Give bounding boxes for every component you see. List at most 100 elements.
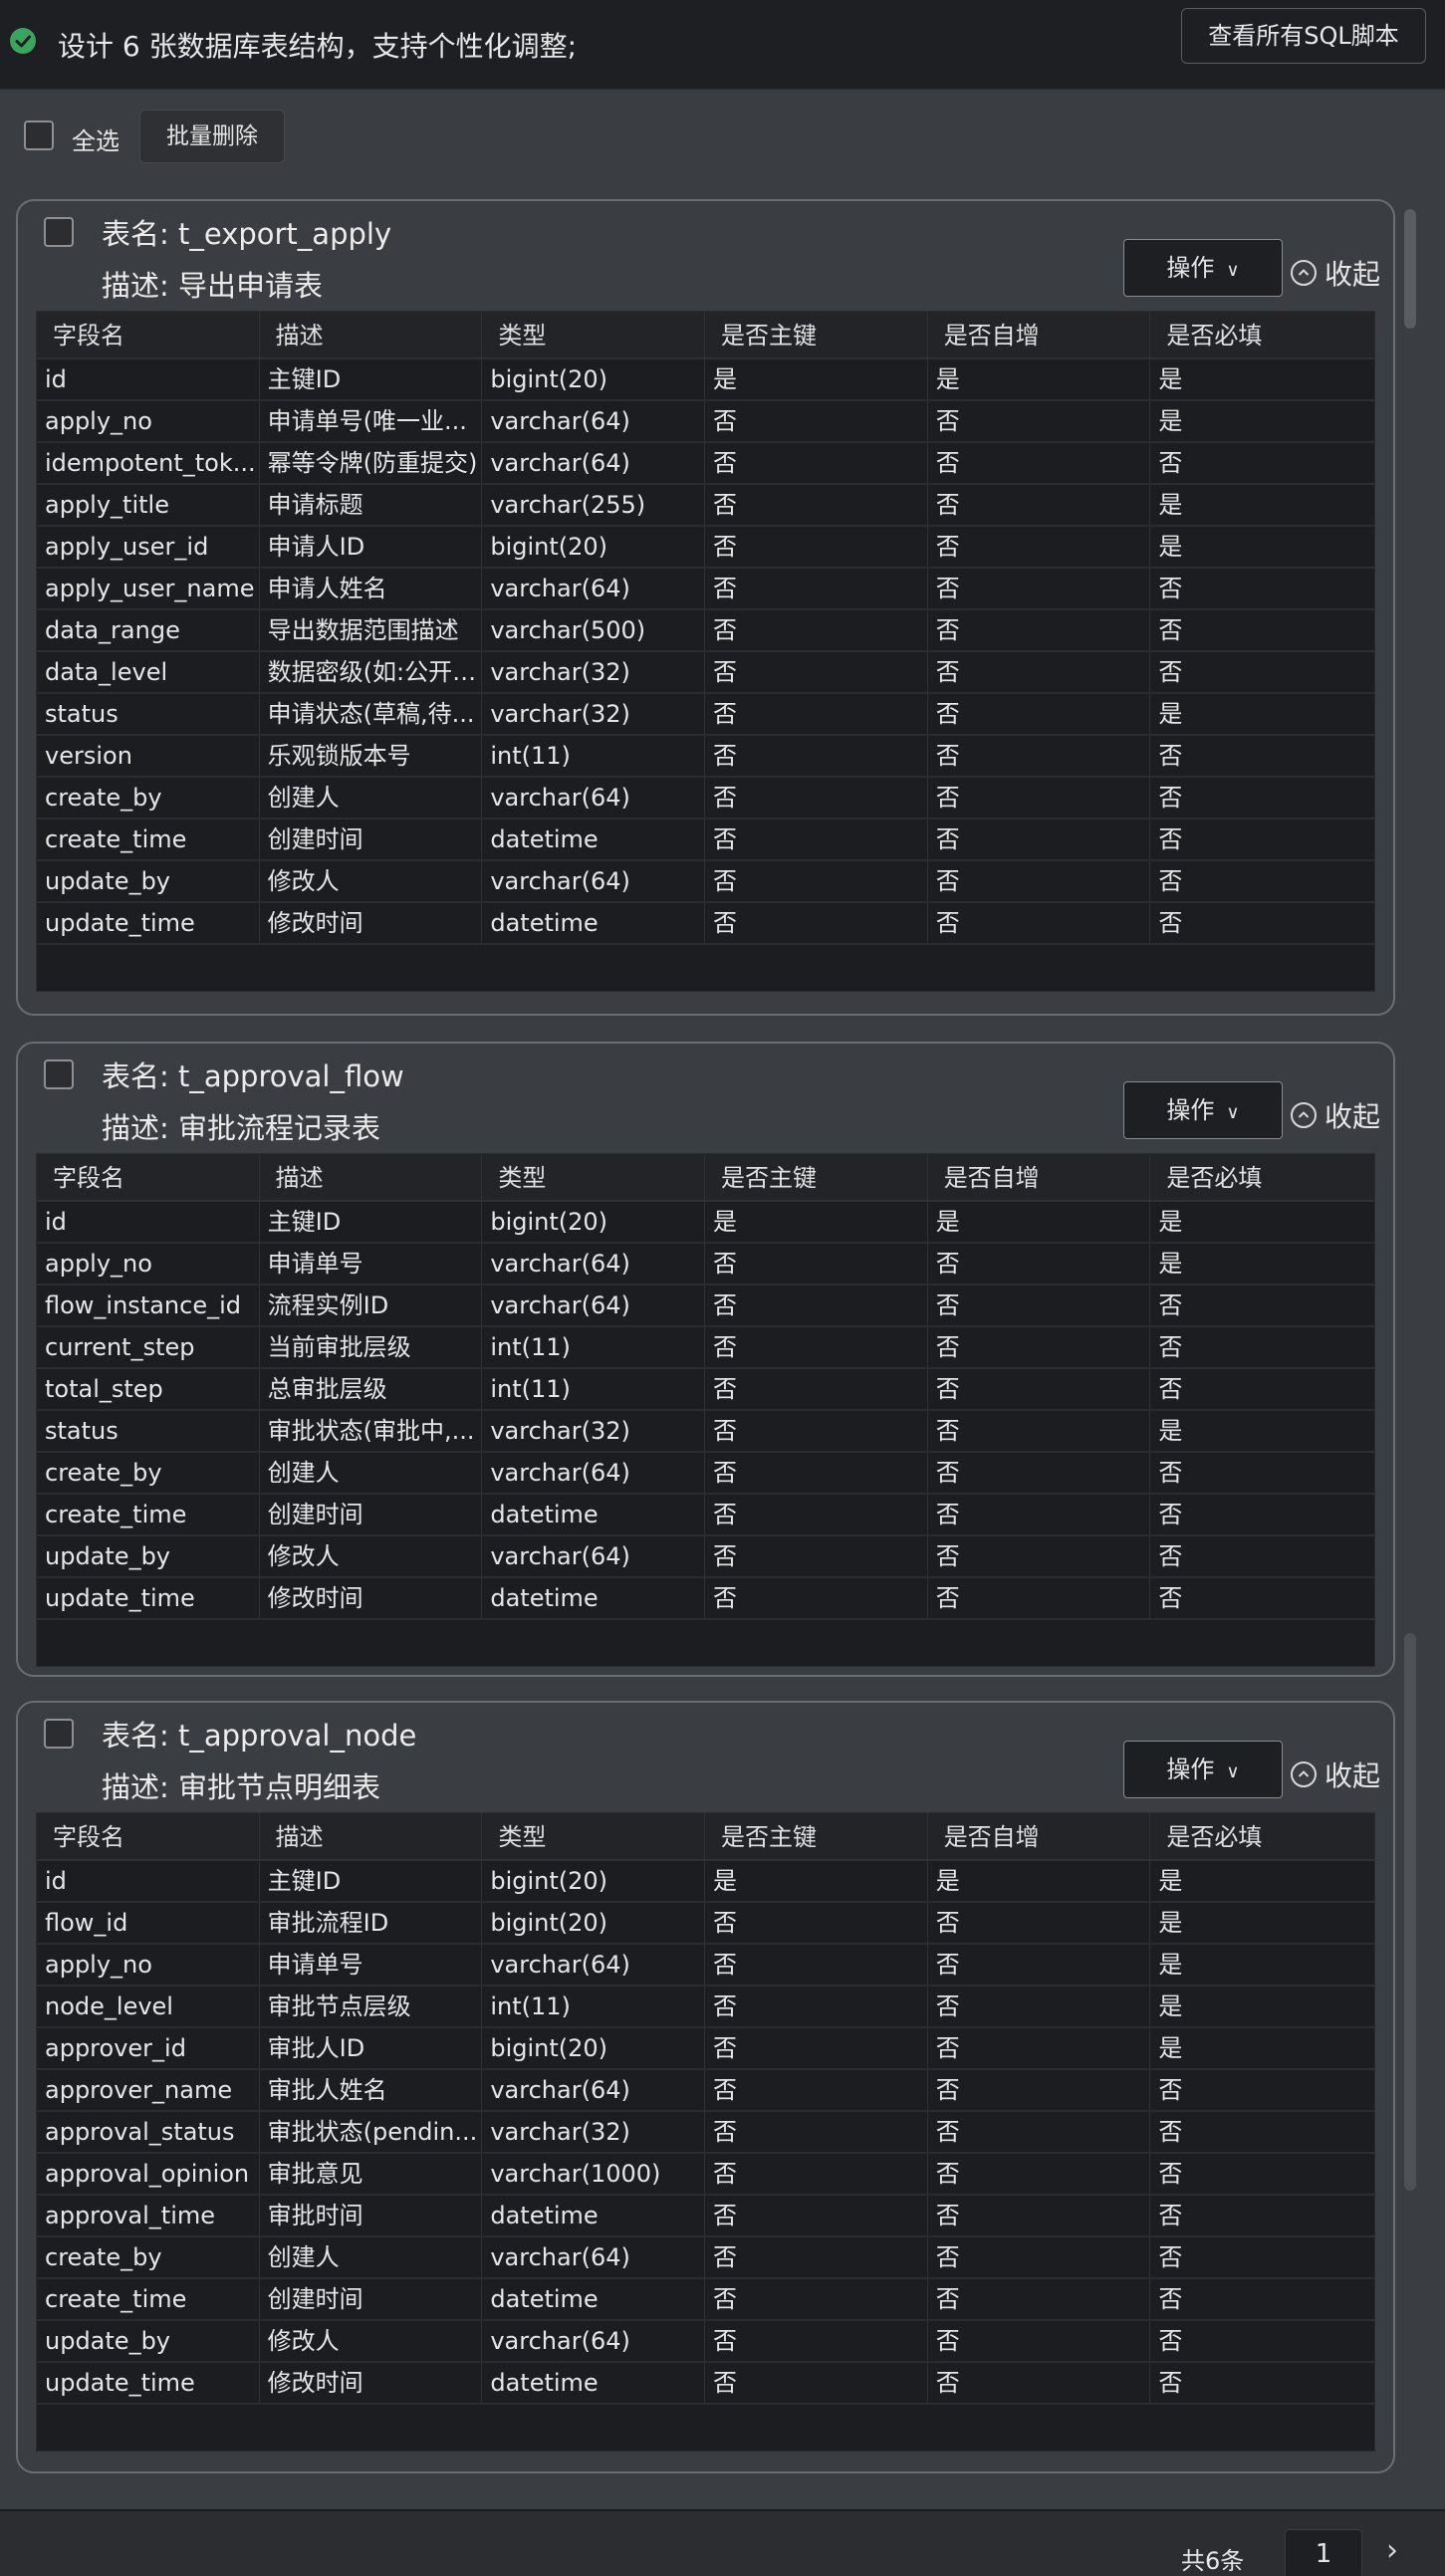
table-row: update_by 修改人 varchar(64) 否否否: [37, 1536, 1374, 1578]
table-cell: 否: [928, 694, 1151, 734]
table-row: update_by 修改人 varchar(64) 否否否: [37, 861, 1374, 903]
table-cell: apply_no: [37, 1945, 260, 1985]
column-header: 是否自增: [928, 1154, 1151, 1202]
column-header: 字段名: [37, 312, 260, 359]
table-select-checkbox[interactable]: [44, 217, 74, 247]
chevron-down-icon: ∨: [1226, 260, 1240, 281]
table-cell: 否: [705, 736, 928, 776]
table-cell: update_time: [37, 1578, 260, 1618]
table-cell: 申请单号: [260, 1244, 483, 1284]
task-title: 设计 6 张数据库表结构，支持个性化调整;: [58, 30, 578, 63]
table-cell: varchar(64): [482, 401, 706, 441]
table-cell: 否: [1158, 2118, 1183, 2146]
table-cell: apply_user_id: [37, 527, 260, 567]
table-row: node_level 审批节点层级 int(11) 否否是: [37, 1987, 1374, 2028]
table-cell: 否: [928, 736, 1151, 776]
table-description: 描述: 审批流程记录表: [102, 1111, 380, 1145]
table-cell: approver_id: [37, 2028, 260, 2068]
table-card-approval-flow: 表名: t_approval_flow 描述: 审批流程记录表 操作 ∨ 收起 字…: [16, 1042, 1395, 1677]
table-cell: 否: [1158, 658, 1183, 686]
table-name: 表名: t_approval_node: [102, 1719, 417, 1753]
table-row: update_time 修改时间 datetime 否否否: [37, 1578, 1374, 1620]
column-header: 描述: [260, 1813, 483, 1861]
table-cell: 否: [928, 610, 1151, 650]
table-cell: datetime: [482, 2196, 706, 2235]
table-cell: bigint(20): [482, 359, 706, 399]
table-cell: create_time: [37, 1495, 260, 1534]
table-cell: 是: [928, 1861, 1151, 1901]
table-cell: 是: [1158, 407, 1183, 435]
operate-dropdown-button[interactable]: 操作 ∨: [1123, 1081, 1283, 1139]
table-cell: 审批流程ID: [260, 1903, 483, 1943]
collapse-up-icon: [1291, 1761, 1317, 1787]
table-cell: 申请单号: [260, 1945, 483, 1985]
operate-dropdown-button[interactable]: 操作 ∨: [1123, 1741, 1283, 1798]
scrollbar-track[interactable]: [1404, 1633, 1416, 2191]
collapse-label: 收起: [1325, 1759, 1381, 1792]
table-cell: 审批节点层级: [260, 1987, 483, 2026]
success-check-icon: [10, 28, 36, 54]
collapse-toggle[interactable]: 收起: [1291, 253, 1380, 291]
table-cell: int(11): [482, 1987, 706, 2026]
table-cell: 否: [705, 2154, 928, 2194]
table-row: approval_status 审批状态(pendin... varchar(32)…: [37, 2112, 1374, 2154]
view-all-sql-button[interactable]: 查看所有SQL脚本: [1181, 8, 1426, 64]
table-cell: 否: [705, 2112, 928, 2152]
table-cell: update_by: [37, 1536, 260, 1576]
table-cell: 否: [705, 1945, 928, 1985]
table-cell: 是: [1158, 1992, 1183, 2020]
table-footer-space: [37, 1620, 1374, 1666]
table-cell: data_level: [37, 652, 260, 692]
table-cell: 否: [928, 443, 1151, 483]
column-header: 类型: [482, 312, 706, 359]
table-cell: datetime: [482, 1578, 706, 1618]
table-cell: apply_title: [37, 485, 260, 525]
table-row: update_time 修改时间 datetime 否否否: [37, 2363, 1374, 2405]
table-cell: 否: [705, 778, 928, 818]
table-cell: varchar(64): [482, 2237, 706, 2277]
collapse-toggle[interactable]: 收起: [1291, 1755, 1380, 1792]
operate-label: 操作: [1166, 1096, 1215, 1124]
table-cell: 否: [928, 2321, 1151, 2361]
table-row: approver_name 审批人姓名 varchar(64) 否否否: [37, 2070, 1374, 2112]
table-cell: 否: [928, 1495, 1151, 1534]
batch-delete-button[interactable]: 批量删除: [139, 110, 285, 163]
fields-table: 字段名 描述 类型 是否主键 是否自增 是否必填 id 主键ID bigint(20) 是是是 ap…: [36, 1153, 1375, 1667]
scrollbar-thumb[interactable]: [1404, 209, 1416, 329]
collapse-label: 收起: [1325, 258, 1381, 291]
table-cell: id: [37, 1861, 260, 1901]
current-page-button[interactable]: 1: [1285, 2529, 1362, 2576]
table-cell: 否: [928, 1369, 1151, 1409]
table-cell: varchar(64): [482, 778, 706, 818]
table-select-checkbox[interactable]: [44, 1719, 74, 1749]
table-cell: 创建人: [260, 1453, 483, 1493]
table-cell: 当前审批层级: [260, 1327, 483, 1367]
table-select-checkbox[interactable]: [44, 1059, 74, 1089]
table-cell: 否: [1158, 1291, 1183, 1319]
table-cell: 是: [1158, 533, 1183, 561]
table-cell: 导出数据范围描述: [260, 610, 483, 650]
collapse-toggle[interactable]: 收起: [1291, 1095, 1380, 1133]
table-cell: datetime: [482, 2279, 706, 2319]
select-all-checkbox[interactable]: [24, 120, 54, 150]
table-cell: 否: [705, 694, 928, 734]
table-row: create_by 创建人 varchar(64) 否否否: [37, 778, 1374, 820]
table-cell: apply_user_name: [37, 569, 260, 608]
table-cell: approver_name: [37, 2070, 260, 2110]
table-row: apply_no 申请单号 varchar(64) 否否是: [37, 1244, 1374, 1286]
table-cell: version: [37, 736, 260, 776]
table-cell: 否: [928, 2028, 1151, 2068]
table-cell: update_by: [37, 861, 260, 901]
table-cell: 否: [705, 1578, 928, 1618]
table-header-row: 字段名 描述 类型 是否主键 是否自增 是否必填: [37, 312, 1374, 359]
table-row: flow_id 审批流程ID bigint(20) 否否是: [37, 1903, 1374, 1945]
chevron-right-icon[interactable]: ›: [1386, 2533, 1398, 2568]
table-cell: bigint(20): [482, 1903, 706, 1943]
table-cell: 是: [705, 359, 928, 399]
table-cell: create_by: [37, 1453, 260, 1493]
fields-table: 字段名 描述 类型 是否主键 是否自增 是否必填 id 主键ID bigint(20) 是是是 fl…: [36, 1812, 1375, 2452]
table-name: 表名: t_approval_flow: [102, 1059, 404, 1093]
table-cell: 否: [1158, 909, 1183, 937]
table-cell: 是: [1158, 700, 1183, 728]
operate-dropdown-button[interactable]: 操作 ∨: [1123, 239, 1283, 297]
